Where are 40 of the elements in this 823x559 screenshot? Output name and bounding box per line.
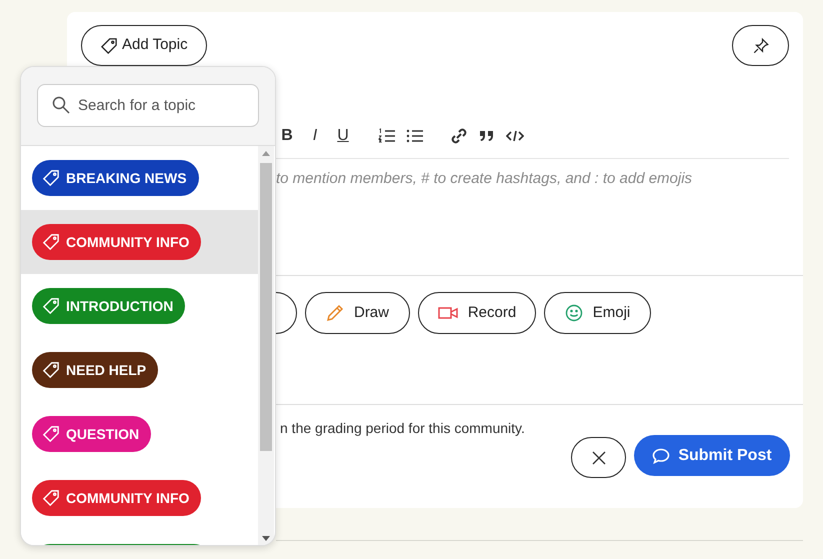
smiley-icon [564, 304, 583, 322]
topic-tag[interactable]: NEED HELP [32, 352, 158, 388]
grading-notice: n the grading period for this community. [280, 420, 525, 436]
emoji-button[interactable]: Emoji [544, 292, 651, 334]
pin-icon [752, 36, 770, 54]
submit-post-button[interactable]: Submit Post [634, 435, 790, 476]
link-icon[interactable] [450, 127, 468, 145]
scrollbar-thumb[interactable] [260, 163, 272, 451]
topic-row[interactable]: COMMUNITY INFO [21, 210, 258, 274]
scrollbar[interactable] [258, 146, 274, 545]
format-button[interactable]: I [306, 124, 324, 148]
tag-icon [42, 297, 60, 315]
topic-tag[interactable]: INTRODUCTION [32, 288, 186, 324]
tag-icon [42, 169, 60, 187]
close-icon [592, 450, 606, 464]
pencil-icon [326, 304, 344, 322]
video-camera-icon [438, 305, 458, 321]
format-button[interactable]: U [334, 124, 352, 148]
bullet-list-icon[interactable] [406, 127, 424, 145]
search-icon [52, 96, 70, 114]
draw-button[interactable]: Draw [305, 292, 410, 334]
add-topic-button[interactable]: Add Topic [81, 25, 207, 66]
tag-icon [42, 425, 60, 443]
tag-icon [100, 36, 118, 54]
record-button[interactable]: Record [418, 292, 536, 334]
pin-button[interactable] [732, 25, 789, 66]
close-button[interactable] [571, 437, 626, 478]
chat-bubble-icon [652, 448, 670, 464]
numbered-list-icon[interactable] [378, 127, 396, 145]
tag-icon [42, 233, 60, 251]
scroll-down-icon[interactable] [262, 536, 270, 541]
scroll-up-icon[interactable] [262, 151, 270, 156]
search-field[interactable]: Search for a topic [37, 84, 259, 127]
topic-tag[interactable]: BREAKING NEWS [32, 160, 199, 196]
tag-icon [42, 489, 60, 507]
topic-tag[interactable]: QUESTION [32, 416, 152, 452]
format-button[interactable]: B [278, 124, 296, 148]
topic-tag[interactable]: COMMUNITY INFO [32, 480, 202, 516]
tag-icon [42, 361, 60, 379]
topic-tag[interactable]: COMMUNITY INFO [32, 224, 202, 260]
